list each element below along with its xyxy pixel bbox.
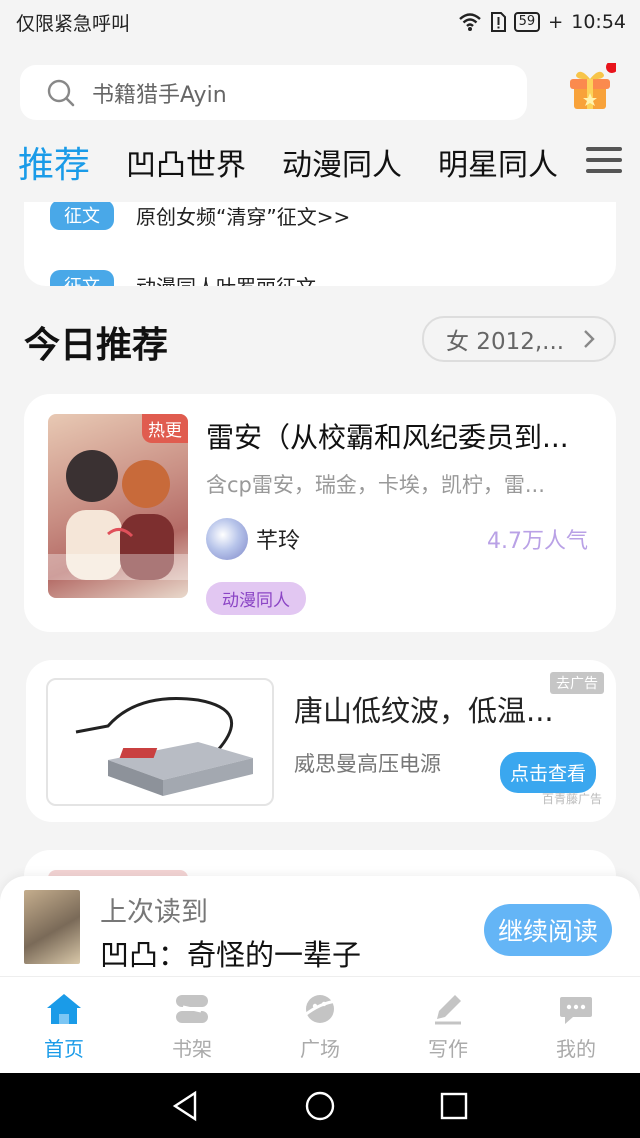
nav-write[interactable]: 写作 [384, 977, 512, 1073]
ad-subtitle: 威思曼高压电源 [294, 752, 441, 776]
ad-source-label: 百青藤广告 [541, 792, 602, 806]
last-read-cover[interactable] [24, 890, 80, 964]
nav-mine[interactable]: 我的 [512, 977, 640, 1073]
system-nav-bar [0, 1073, 640, 1138]
nav-bookshelf[interactable]: 书架 [128, 977, 256, 1073]
tabs-menu-icon[interactable] [586, 143, 622, 177]
last-read-bar[interactable]: 上次读到 凹凸：奇怪的一辈子 继续阅读 [0, 876, 640, 976]
gift-icon[interactable] [562, 63, 616, 117]
carrier-text: 仅限紧急呼叫 [16, 12, 131, 35]
notice-card: 征文 原创女频“清穿”征文>> 征文 动漫同人叶罗丽征文 [24, 202, 616, 286]
continue-reading-button[interactable]: 继续阅读 [483, 904, 612, 956]
search-row: 书籍猎手Ayin [20, 63, 620, 120]
back-icon[interactable] [171, 1090, 201, 1122]
charging-icon: + [548, 11, 564, 33]
notice-tag: 征文 [50, 202, 114, 230]
sim-alert-icon [490, 12, 506, 32]
filter-label: 女 2012,... [446, 329, 565, 355]
nav-label: 广场 [300, 1037, 340, 1061]
ad-image[interactable] [46, 678, 274, 806]
wifi-icon [458, 13, 481, 31]
nav-label: 首页 [44, 1037, 84, 1061]
bottom-nav: 首页 书架 广场 写作 我的 [0, 976, 640, 1073]
search-placeholder: 书籍猎手Ayin [92, 82, 227, 108]
clock: 10:54 [571, 11, 626, 33]
status-bar: 仅限紧急呼叫 59 + 10:54 [0, 0, 640, 44]
chat-bubble-icon [560, 997, 592, 1024]
book-description: 含cp雷安，瑞金，卡埃，凯柠，雷... [206, 473, 545, 497]
power-supply-image [75, 696, 253, 796]
remove-ad-button[interactable]: 去广告 [550, 672, 604, 694]
pen-icon [435, 995, 461, 1025]
filter-chip[interactable]: 女 2012,... [422, 316, 616, 362]
tab-recommend[interactable]: 推荐 [18, 136, 90, 188]
notice-text: 动漫同人叶罗丽征文 [136, 271, 316, 287]
planet-icon [304, 995, 338, 1023]
ad-title[interactable]: 唐山低纹波，低温... [294, 688, 594, 730]
status-icons: 59 + 10:54 [458, 11, 626, 33]
last-read-label: 上次读到 [100, 897, 208, 928]
author-name[interactable]: 芊玲 [256, 523, 300, 555]
home-icon [47, 994, 81, 1024]
home-circle-icon[interactable] [304, 1090, 336, 1122]
nav-plaza[interactable]: 广场 [256, 977, 384, 1073]
tab-celebrity-fanfic[interactable]: 明星同人 [438, 140, 558, 184]
author-avatar[interactable] [206, 518, 248, 560]
nav-label: 我的 [556, 1037, 596, 1061]
recents-icon[interactable] [439, 1091, 469, 1121]
nav-label: 写作 [428, 1037, 468, 1061]
tab-anime-fanfic[interactable]: 动漫同人 [282, 140, 402, 184]
nav-home[interactable]: 首页 [0, 977, 128, 1073]
chevron-right-icon [584, 330, 595, 348]
notice-item[interactable]: 征文 原创女频“清穿”征文>> [50, 202, 350, 230]
bookshelf-icon [176, 995, 208, 1023]
battery-indicator: 59 [513, 12, 541, 32]
author-row: 芊玲 4.7万人气 [206, 518, 596, 560]
notice-tag: 征文 [50, 270, 114, 286]
search-icon [47, 79, 75, 106]
book-cover[interactable]: 热更 [48, 414, 188, 598]
ad-cta-button[interactable]: 点击查看 [499, 752, 596, 793]
hot-badge: 热更 [142, 414, 188, 443]
book-card[interactable]: 热更 雷安（从校霸和风纪委员到... 含cp雷安，瑞金，卡埃，凯柠，雷... 芊… [24, 394, 616, 632]
notice-item[interactable]: 征文 动漫同人叶罗丽征文 [50, 270, 316, 286]
ad-card[interactable]: 唐山低纹波，低温... 威思曼高压电源 去广告 点击查看 百青藤广告 [26, 660, 616, 822]
popularity-count: 4.7万人气 [487, 529, 588, 554]
notice-text: 原创女频“清穿”征文>> [136, 204, 351, 229]
section-title: 今日推荐 [24, 325, 169, 366]
category-tabs: 推荐 凹凸世界 动漫同人 明星同人 [0, 132, 640, 192]
nav-label: 书架 [172, 1037, 212, 1061]
search-input[interactable]: 书籍猎手Ayin [20, 65, 527, 120]
last-read-title[interactable]: 凹凸：奇怪的一辈子 [100, 932, 361, 974]
tab-aotu-world[interactable]: 凹凸世界 [126, 140, 246, 184]
genre-tag[interactable]: 动漫同人 [206, 582, 306, 615]
book-title[interactable]: 雷安（从校霸和风纪委员到... [206, 416, 596, 456]
